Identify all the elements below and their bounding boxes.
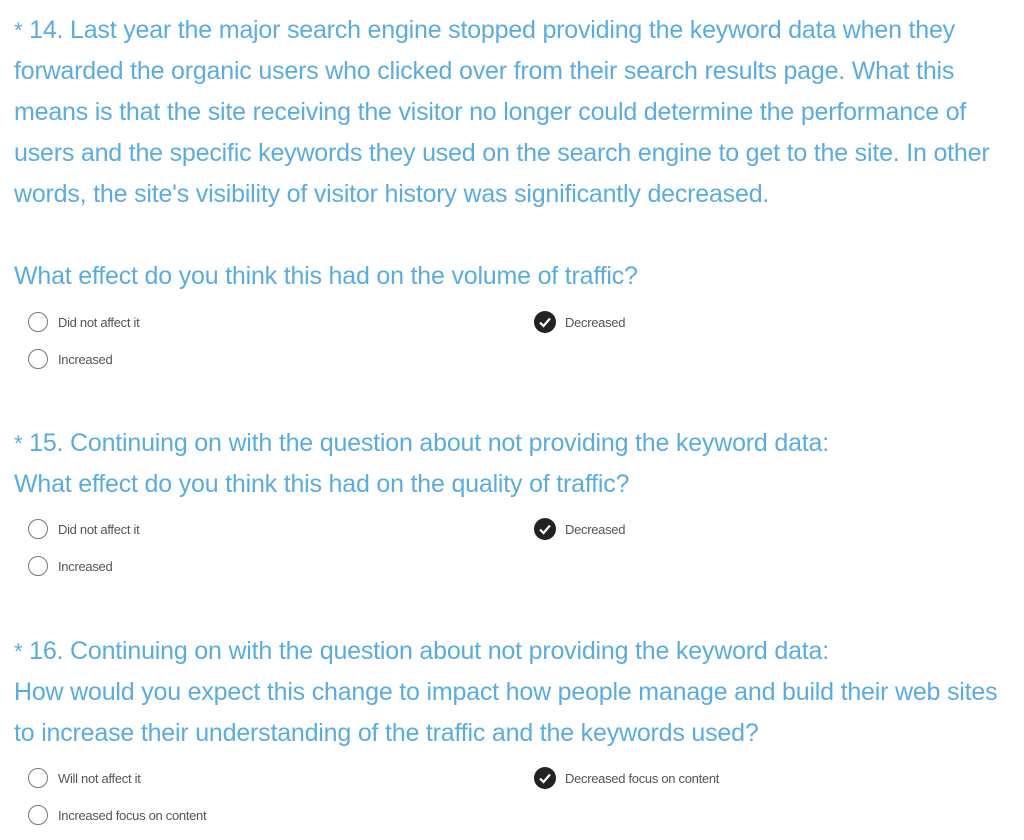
- radio-unchecked-icon[interactable]: [28, 768, 48, 788]
- radio-unchecked-icon[interactable]: [28, 805, 48, 825]
- question-15-title: * 15. Continuing on with the question ab…: [14, 429, 829, 457]
- question-14-title: * 14. Last year the major search engine …: [14, 16, 990, 208]
- question-16-subtitle: How would you expect this change to impa…: [14, 678, 998, 747]
- question-14-subtitle: What effect do you think this had on the…: [14, 262, 638, 290]
- check-circle-icon[interactable]: [534, 311, 556, 333]
- radio-unchecked-icon[interactable]: [28, 556, 48, 576]
- question-15-subtitle: What effect do you think this had on the…: [14, 470, 630, 498]
- option-decreased-q14[interactable]: Decreased: [534, 311, 625, 333]
- required-asterisk: *: [14, 431, 23, 456]
- option-increased-q14[interactable]: Increased: [28, 349, 113, 369]
- question-16-title: * 16. Continuing on with the question ab…: [14, 637, 829, 665]
- option-increased-focus-q16[interactable]: Increased focus on content: [28, 805, 207, 825]
- option-increased-q15[interactable]: Increased: [28, 556, 113, 576]
- option-decreased-q15[interactable]: Decreased: [534, 518, 625, 540]
- radio-unchecked-icon[interactable]: [28, 519, 48, 539]
- required-asterisk: *: [14, 639, 23, 664]
- radio-unchecked-icon[interactable]: [28, 312, 48, 332]
- required-asterisk: *: [14, 18, 23, 43]
- option-will-not-affect-q16[interactable]: Will not affect it: [28, 768, 141, 788]
- radio-unchecked-icon[interactable]: [28, 349, 48, 369]
- check-circle-icon[interactable]: [534, 518, 556, 540]
- check-circle-icon[interactable]: [534, 767, 556, 789]
- option-did-not-affect-q14[interactable]: Did not affect it: [28, 312, 140, 332]
- option-did-not-affect-q15[interactable]: Did not affect it: [28, 519, 140, 539]
- option-decreased-focus-q16[interactable]: Decreased focus on content: [534, 767, 719, 789]
